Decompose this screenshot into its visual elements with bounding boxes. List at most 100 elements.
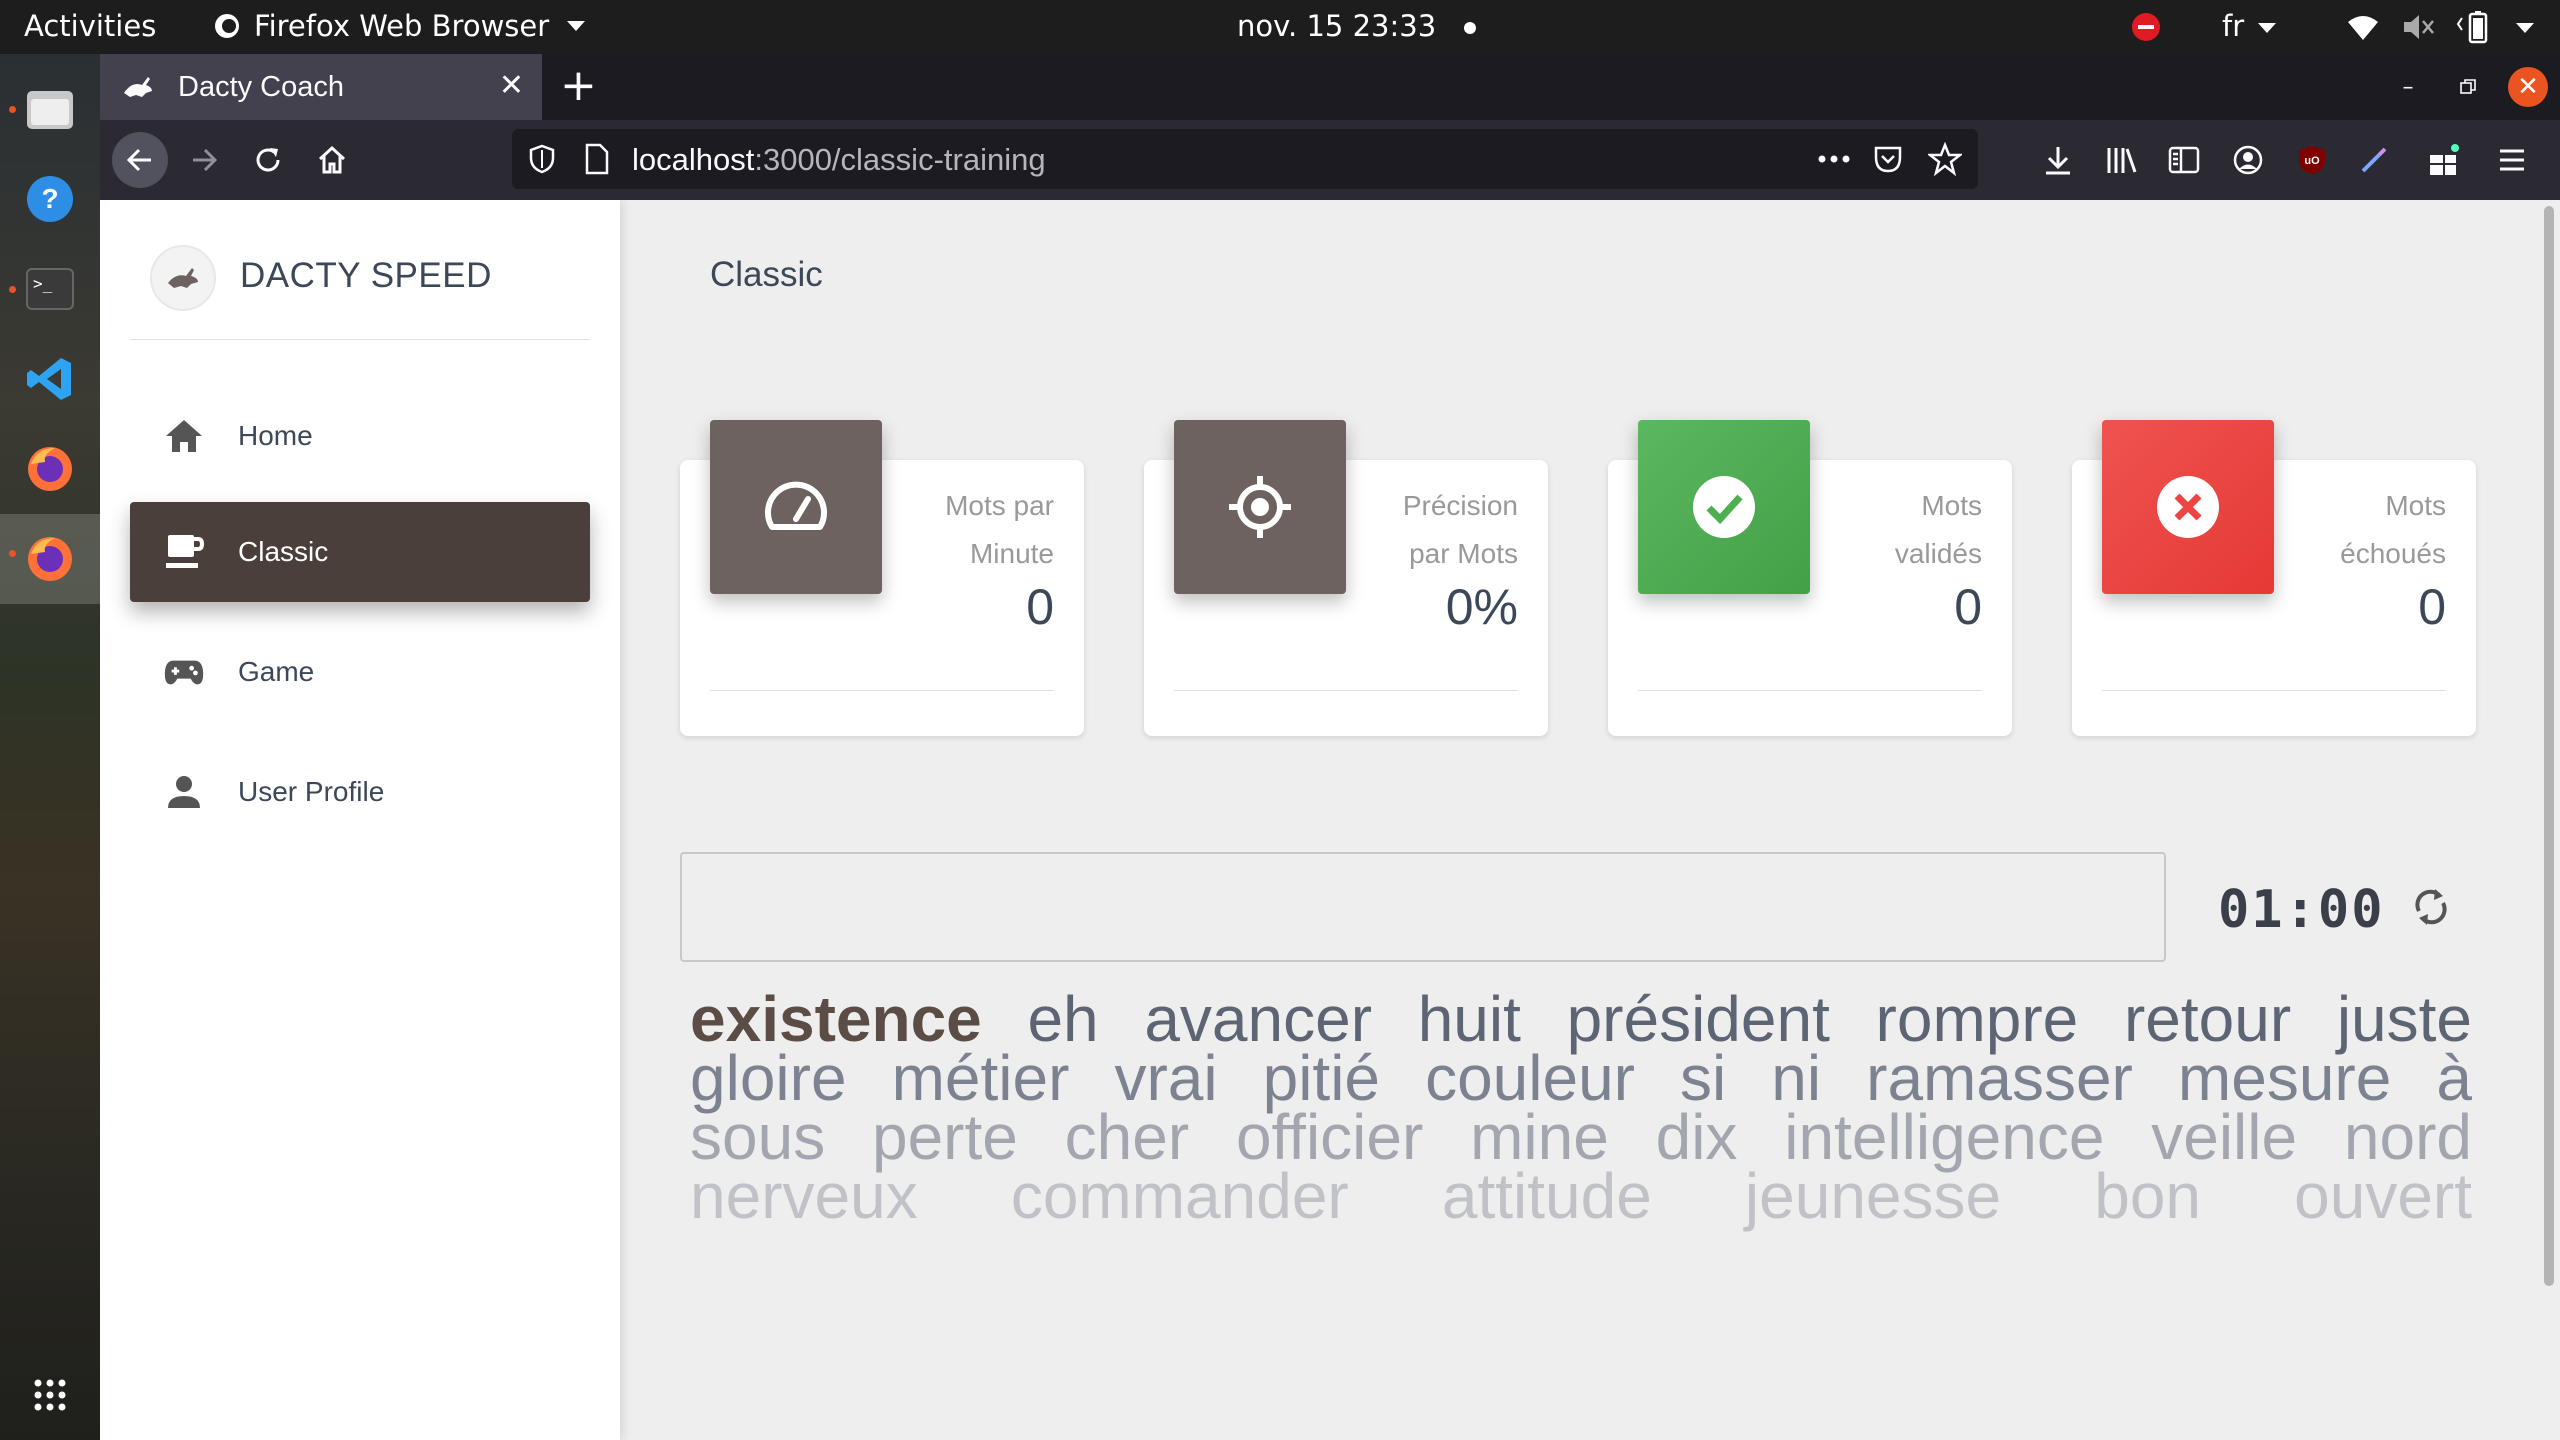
dock-vscode[interactable] [0, 334, 100, 424]
word: mesure [2177, 1042, 2392, 1114]
dock: ? >_ [0, 54, 100, 1440]
stat-category: Mots par Minute [884, 482, 1054, 578]
tab-dacty-coach[interactable]: Dacty Coach ✕ [100, 54, 542, 120]
rabbit-favicon-icon [124, 77, 152, 97]
language-selector[interactable]: fr [2222, 9, 2277, 43]
stat-category-line2: Minute [969, 538, 1054, 569]
brand-name: DACTY SPEED [240, 256, 492, 295]
stat-category: Mots échoués [2276, 482, 2446, 578]
dock-files[interactable] [0, 64, 100, 154]
page-title: Classic [710, 255, 823, 294]
word: cher [1064, 1101, 1190, 1173]
brand-header[interactable]: DACTY SPEED [130, 240, 590, 340]
word: à [2436, 1042, 2472, 1114]
terminal-icon: >_ [26, 268, 74, 310]
word: huit [1417, 983, 1521, 1055]
sidebar-item-classic[interactable]: Classic [130, 502, 590, 602]
back-button[interactable] [112, 132, 168, 188]
account-icon [2233, 145, 2263, 175]
word-stream: existence eh avancer huit président rompre ret… [690, 983, 2472, 1232]
stat-category-line2: échoués [2340, 538, 2446, 569]
help-icon: ? [27, 176, 73, 222]
card-divider [710, 690, 1054, 691]
word: vrai [1114, 1042, 1218, 1114]
ublock-icon: uO [2299, 146, 2325, 174]
shield-icon[interactable] [528, 144, 556, 174]
library-icon [2107, 148, 2137, 173]
dock-firefox-active[interactable] [0, 514, 100, 604]
pocket-icon[interactable] [1872, 143, 1904, 175]
stat-category: Précision par Mots [1348, 482, 1518, 578]
word: pitié [1262, 1042, 1381, 1114]
home-icon [318, 145, 346, 174]
ublock-button[interactable]: uO [2292, 140, 2332, 180]
eyedropper-icon [2361, 147, 2387, 173]
app-sidebar: DACTY SPEED Home Classic Game User Profi… [100, 200, 620, 1440]
notification-dot-icon [1464, 22, 1477, 34]
sidebar-button[interactable] [2164, 140, 2204, 180]
download-icon [2046, 147, 2070, 175]
dock-help[interactable]: ? [0, 154, 100, 244]
word: bon [2094, 1160, 2201, 1232]
maximize-button[interactable] [2448, 67, 2488, 107]
navigation-toolbar: localhost:3000/classic-training uO [100, 120, 2560, 200]
stat-card-validated-words: Mots validés 0 [1608, 420, 2012, 736]
forward-button[interactable] [176, 132, 232, 188]
minimize-button[interactable]: – [2388, 67, 2428, 107]
new-tab-button[interactable]: + [560, 62, 597, 110]
sidebar-item-label: Game [238, 656, 315, 687]
color-picker-button[interactable] [2354, 140, 2394, 180]
bookmark-star-icon[interactable] [1928, 142, 1962, 176]
home-button[interactable] [304, 132, 360, 188]
word: métier [891, 1042, 1070, 1114]
close-window-button[interactable]: ✕ [2508, 67, 2548, 107]
tab-close-icon[interactable]: ✕ [499, 68, 524, 103]
downloads-button[interactable] [2038, 140, 2078, 180]
sidebar-item-label: Home [238, 420, 313, 451]
typing-input[interactable] [680, 852, 2166, 962]
more-actions-icon[interactable] [1818, 155, 1850, 163]
page-scrollbar[interactable] [2544, 206, 2554, 1286]
sidebar-icon [2168, 146, 2200, 174]
restore-icon [2460, 79, 2476, 94]
sidebar-item-home[interactable]: Home [130, 386, 590, 486]
word: ouvert [2294, 1160, 2472, 1232]
chevron-down-icon [567, 21, 586, 31]
sidebar-item-label: User Profile [238, 776, 385, 807]
wifi-icon[interactable] [2346, 12, 2380, 49]
extensions-button[interactable] [2424, 140, 2464, 180]
arrow-right-icon [193, 148, 218, 172]
dock-firefox[interactable] [0, 424, 100, 514]
url-text[interactable]: localhost:3000/classic-training [632, 142, 1046, 178]
sidebar-item-user-profile[interactable]: User Profile [130, 742, 590, 842]
show-applications-button[interactable] [0, 1350, 100, 1440]
volume-muted-icon[interactable] [2402, 12, 2436, 49]
word: eh [1027, 983, 1099, 1055]
word-line: nerveux commander attitude jeunesse bon ouver… [690, 1160, 2472, 1232]
library-button[interactable] [2102, 140, 2142, 180]
url-bar[interactable]: localhost:3000/classic-training [512, 129, 1978, 189]
word: président [1566, 983, 1830, 1055]
word: mine [1470, 1101, 1609, 1173]
restart-button[interactable] [2406, 882, 2456, 932]
battery-icon[interactable] [2456, 10, 2496, 51]
clock[interactable]: nov. 15 23:33 [1237, 9, 1477, 43]
chevron-down-icon [2258, 23, 2277, 33]
app-menu-button[interactable] [2492, 140, 2532, 180]
word: si [1680, 1042, 1727, 1114]
system-menu[interactable] [2510, 9, 2534, 43]
firefox-icon [215, 14, 239, 38]
dock-terminal[interactable]: >_ [0, 244, 100, 334]
sidebar-item-game[interactable]: Game [130, 622, 590, 722]
account-button[interactable] [2228, 140, 2268, 180]
app-menu[interactable]: Firefox Web Browser [212, 9, 586, 43]
reload-button[interactable] [240, 132, 296, 188]
tab-title: Dacty Coach [178, 70, 345, 103]
word-line: gloire métier vrai pitié couleur si ni ramasser… [690, 1042, 2472, 1114]
do-not-disturb-icon[interactable] [2130, 11, 2162, 50]
page-icon[interactable] [584, 143, 610, 175]
word: gloire [690, 1042, 847, 1114]
reload-icon [256, 148, 280, 172]
vscode-icon [27, 358, 71, 400]
activities-button[interactable]: Activities [24, 9, 156, 43]
